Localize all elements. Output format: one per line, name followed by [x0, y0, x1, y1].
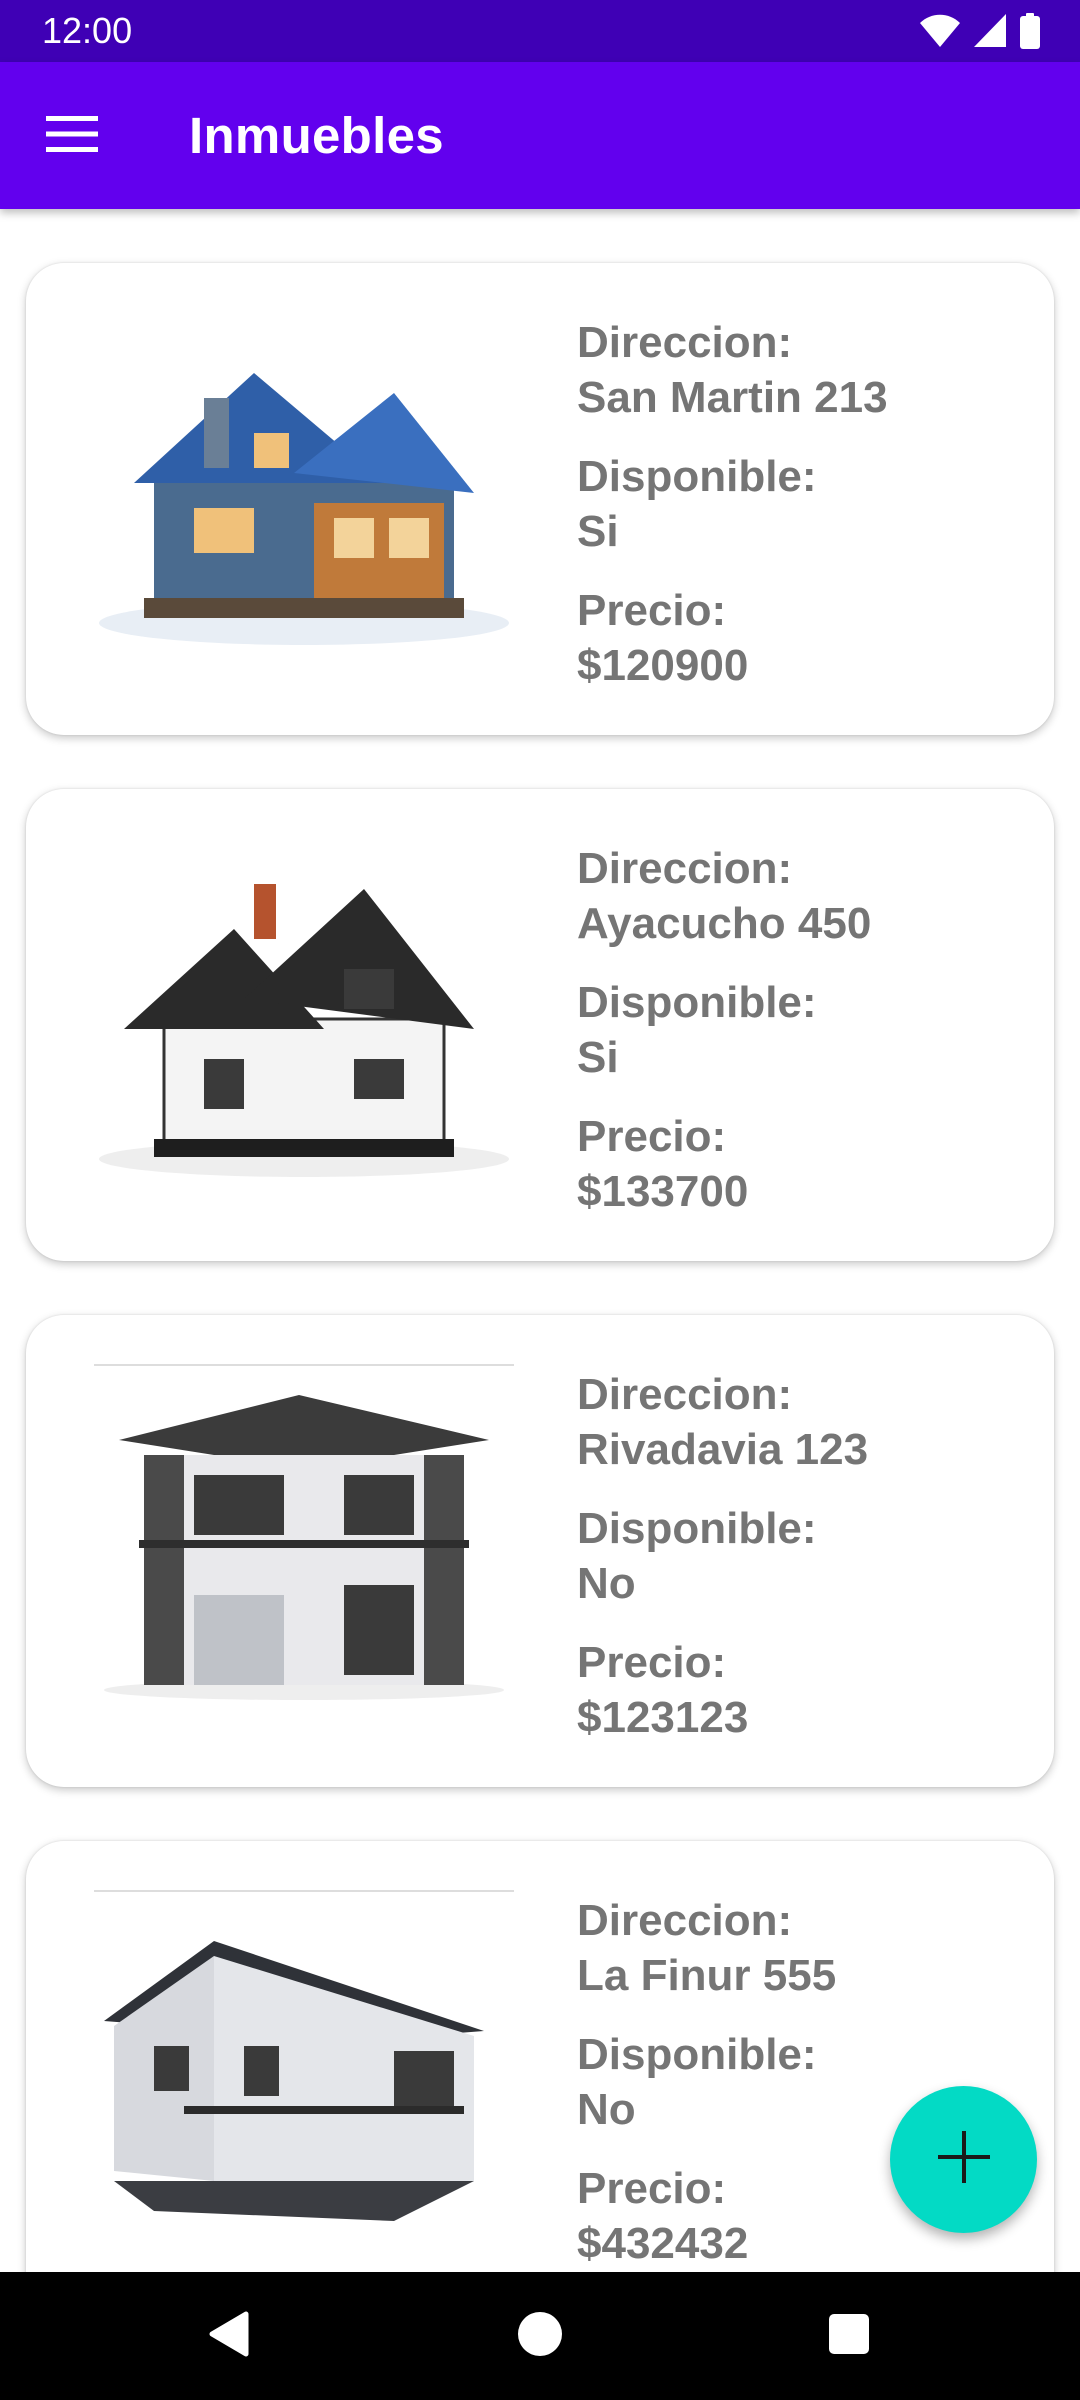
add-inmueble-button[interactable]: [890, 2086, 1037, 2233]
disponible-label: Disponible:: [577, 2030, 817, 2079]
disponible-field: Disponible: Si: [577, 975, 1017, 1085]
system-nav-bar: [0, 2272, 1080, 2400]
precio-field: Precio: $133700: [577, 1109, 1017, 1219]
precio-value: $123123: [577, 1693, 749, 1742]
plus-icon: [937, 2131, 990, 2188]
menu-button[interactable]: [30, 98, 114, 174]
home-icon: [517, 2311, 563, 2362]
house-photo-icon: [94, 303, 514, 683]
precio-label: Precio:: [577, 1112, 727, 1161]
precio-value: $133700: [577, 1167, 749, 1216]
house-photo-icon: [94, 829, 514, 1209]
inmueble-info: Direccion: San Martin 213 Disponible: Si…: [577, 315, 1017, 717]
disponible-field: Disponible: Si: [577, 449, 1017, 559]
inmueble-card[interactable]: Direccion: Rivadavia 123 Disponible: No …: [26, 1315, 1054, 1787]
disponible-label: Disponible:: [577, 452, 817, 501]
inmueble-info: Direccion: Rivadavia 123 Disponible: No …: [577, 1367, 1017, 1769]
direccion-label: Direccion:: [577, 1370, 793, 1419]
inmuebles-list[interactable]: Direccion: San Martin 213 Disponible: Si…: [0, 209, 1080, 2272]
app-bar: Inmuebles: [0, 62, 1080, 209]
direccion-value: Ayacucho 450: [577, 899, 872, 948]
disponible-label: Disponible:: [577, 1504, 817, 1553]
back-icon: [206, 2310, 250, 2363]
direccion-value: San Martin 213: [577, 373, 888, 422]
precio-label: Precio:: [577, 586, 727, 635]
direccion-field: Direccion: La Finur 555: [577, 1893, 1017, 2003]
direccion-field: Direccion: Ayacucho 450: [577, 841, 1017, 951]
status-bar: 12:00: [0, 0, 1080, 62]
wifi-icon: [920, 14, 960, 53]
disponible-field: Disponible: No: [577, 1501, 1017, 1611]
house-photo-icon: [94, 1355, 514, 1735]
recents-icon: [828, 2313, 870, 2360]
recents-button[interactable]: [809, 2296, 889, 2376]
direccion-value: La Finur 555: [577, 1951, 837, 2000]
direccion-value: Rivadavia 123: [577, 1425, 869, 1474]
signal-icon: [974, 14, 1006, 53]
direccion-label: Direccion:: [577, 1896, 793, 1945]
page-title: Inmuebles: [189, 107, 444, 164]
direccion-label: Direccion:: [577, 318, 793, 367]
disponible-value: Si: [577, 1033, 619, 1082]
hamburger-menu-icon: [46, 115, 98, 157]
disponible-label: Disponible:: [577, 978, 817, 1027]
direccion-field: Direccion: San Martin 213: [577, 315, 1017, 425]
disponible-value: Si: [577, 507, 619, 556]
inmueble-card[interactable]: Direccion: La Finur 555 Disponible: No P…: [26, 1841, 1054, 2272]
precio-field: Precio: $123123: [577, 1635, 1017, 1745]
house-photo-icon: [94, 1881, 514, 2261]
status-icons: [920, 13, 1040, 54]
precio-field: Precio: $120900: [577, 583, 1017, 693]
inmueble-card[interactable]: Direccion: Ayacucho 450 Disponible: Si P…: [26, 789, 1054, 1261]
battery-icon: [1020, 13, 1040, 54]
direccion-field: Direccion: Rivadavia 123: [577, 1367, 1017, 1477]
back-button[interactable]: [188, 2296, 268, 2376]
precio-value: $120900: [577, 641, 749, 690]
inmueble-card[interactable]: Direccion: San Martin 213 Disponible: Si…: [26, 263, 1054, 735]
status-time: 12:00: [42, 10, 133, 51]
disponible-value: No: [577, 1559, 636, 1608]
inmueble-info: Direccion: Ayacucho 450 Disponible: Si P…: [577, 841, 1017, 1243]
home-button[interactable]: [500, 2296, 580, 2376]
direccion-label: Direccion:: [577, 844, 793, 893]
precio-label: Precio:: [577, 1638, 727, 1687]
